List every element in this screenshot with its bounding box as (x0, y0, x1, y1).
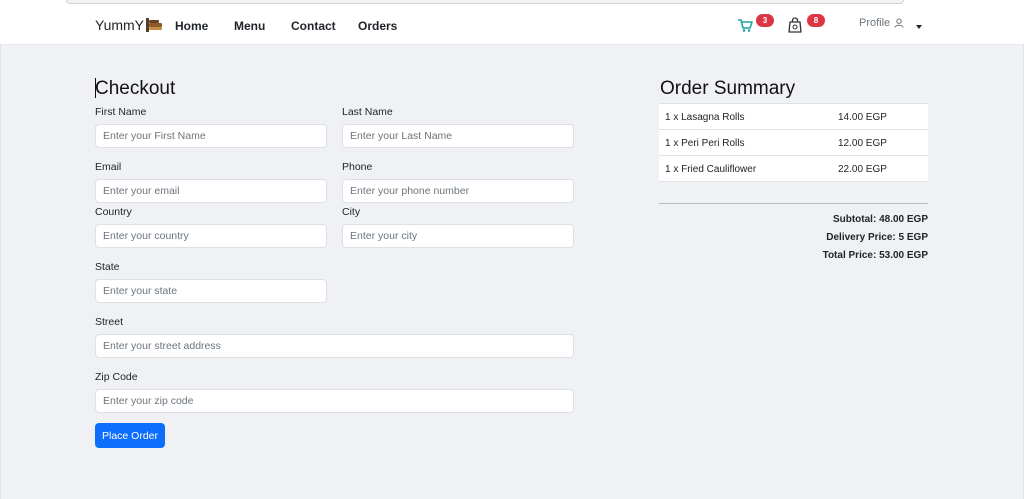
subtotal-text: Subtotal: 48.00 EGP (832, 214, 928, 225)
phone-input[interactable] (342, 179, 574, 203)
item-price: 14.00 EGP (838, 112, 887, 123)
country-input[interactable] (95, 224, 327, 248)
user-icon (894, 18, 904, 28)
order-summary-title: Order Summary (660, 78, 796, 99)
chevron-down-icon[interactable] (916, 25, 922, 29)
shopping-bag-icon[interactable] (787, 17, 803, 33)
cart-count-badge: 3 (756, 14, 774, 27)
first-name-input[interactable] (95, 124, 327, 148)
state-input[interactable] (95, 279, 327, 303)
brand-name: YummY (95, 17, 145, 33)
summary-divider (659, 203, 928, 204)
item-price: 22.00 EGP (838, 164, 887, 175)
orders-count-badge: 8 (807, 14, 825, 27)
email-label: Email (95, 161, 122, 173)
street-input[interactable] (95, 334, 574, 358)
table-row: 1 x Peri Peri Rolls 12.00 EGP (659, 130, 928, 156)
nav-link-home[interactable]: Home (175, 19, 208, 33)
place-order-button[interactable]: Place Order (95, 423, 165, 448)
delivery-price-text: Delivery Price: 5 EGP (826, 232, 928, 243)
city-input[interactable] (342, 224, 574, 248)
item-name: 1 x Peri Peri Rolls (665, 138, 745, 149)
item-name: 1 x Lasagna Rolls (665, 112, 745, 123)
nav-link-orders[interactable]: Orders (358, 19, 397, 33)
last-name-label: Last Name (342, 106, 393, 118)
phone-label: Phone (342, 161, 373, 173)
food-logo-icon (146, 18, 163, 32)
item-price: 12.00 EGP (838, 138, 887, 149)
browser-top-strip (66, 0, 904, 4)
last-name-input[interactable] (342, 124, 574, 148)
zip-label: Zip Code (95, 371, 138, 383)
table-row: 1 x Lasagna Rolls 14.00 EGP (659, 104, 928, 130)
city-label: City (342, 206, 361, 218)
cart-icon[interactable] (737, 17, 753, 33)
navbar: YummY Home Menu Contact Orders 3 8 Profi… (0, 5, 1024, 45)
email-input[interactable] (95, 179, 327, 203)
total-price-text: Total Price: 53.00 EGP (822, 250, 928, 261)
order-summary-table: 1 x Lasagna Rolls 14.00 EGP 1 x Peri Per… (659, 103, 928, 182)
profile-label: Profile (859, 17, 891, 29)
brand[interactable]: YummY (95, 17, 163, 33)
checkout-title: Checkout (95, 78, 176, 99)
table-row: 1 x Fried Cauliflower 22.00 EGP (659, 156, 928, 182)
profile-menu[interactable]: Profile (859, 17, 904, 29)
zip-input[interactable] (95, 389, 574, 413)
country-label: Country (95, 206, 132, 218)
first-name-label: First Name (95, 106, 147, 118)
state-label: State (95, 261, 120, 273)
item-name: 1 x Fried Cauliflower (665, 164, 757, 175)
nav-link-menu[interactable]: Menu (234, 19, 265, 33)
nav-link-contact[interactable]: Contact (291, 19, 336, 33)
street-label: Street (95, 316, 124, 328)
